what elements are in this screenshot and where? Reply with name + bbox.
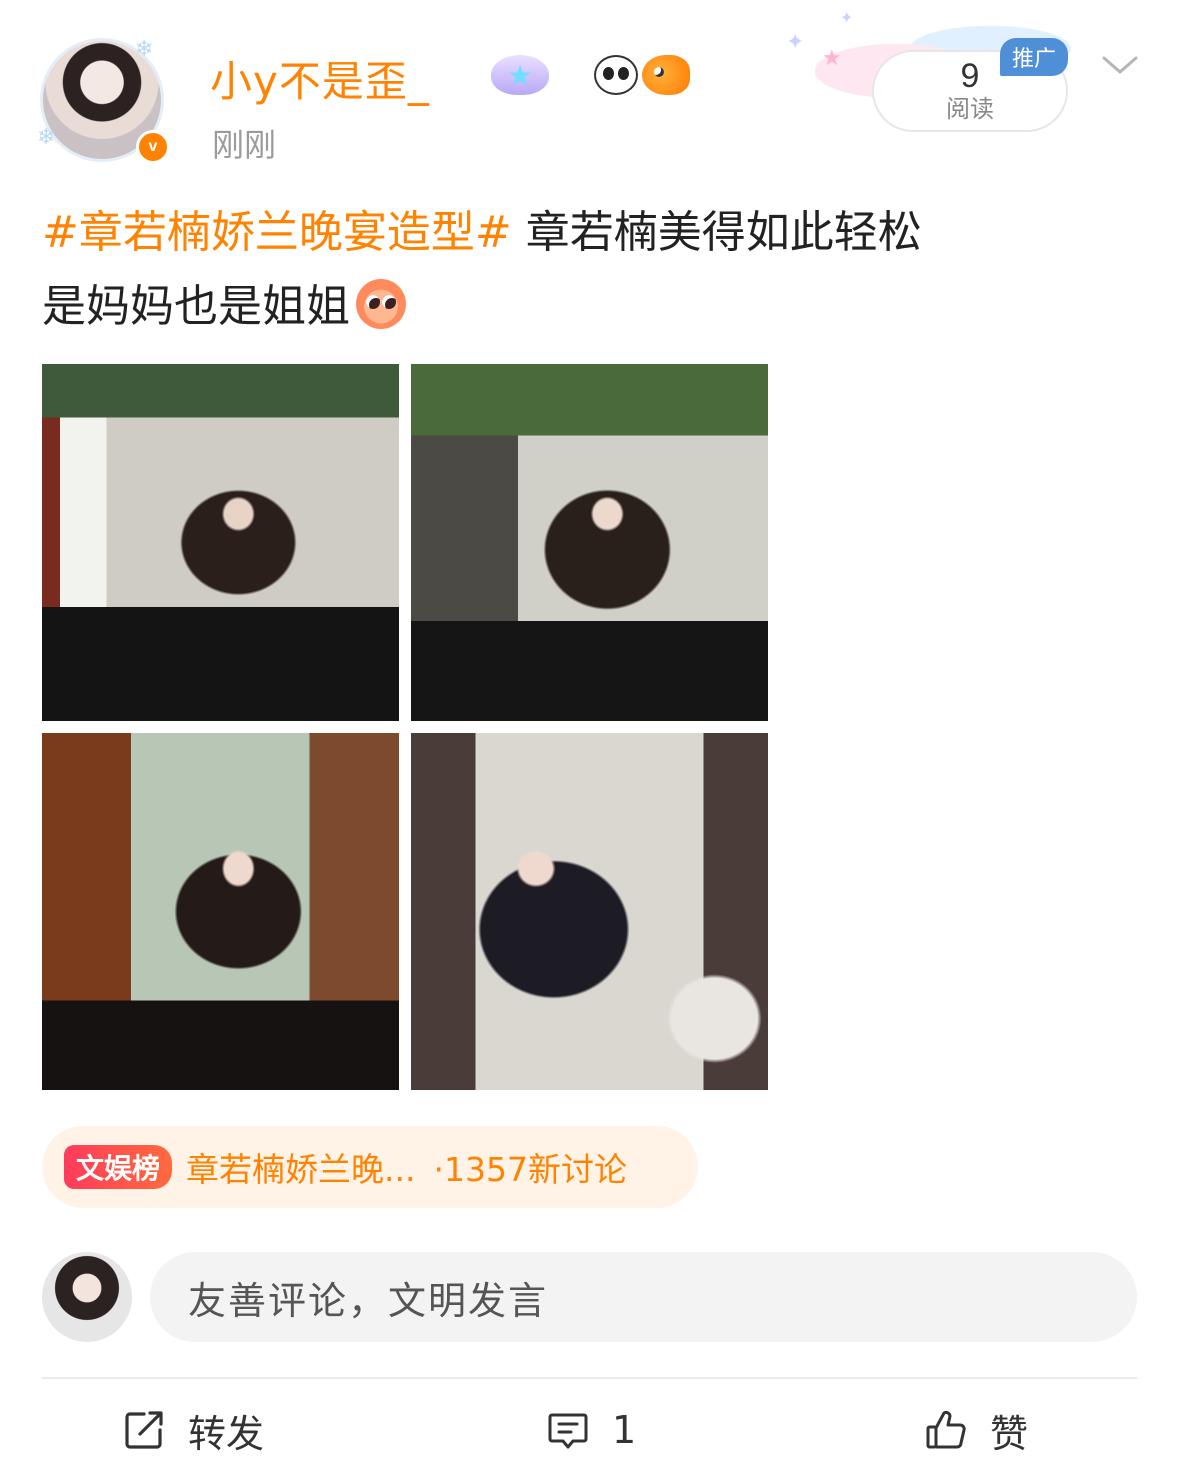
comment-icon [548,1413,588,1449]
author-avatar-container[interactable]: ❄ ❄ v [37,37,170,168]
hot-topic-pill[interactable]: 文娱榜 章若楠娇兰晚... ·1357新讨论 [42,1126,698,1208]
comment-button[interactable]: 1 [546,1400,636,1460]
post-text: #章若楠娇兰晚宴造型# 章若楠美得如此轻松 是妈妈也是姐姐 [42,196,1042,344]
divider [42,1377,1137,1379]
sparkle-icon: ✦ [786,30,805,55]
verified-v-icon: v [136,130,170,164]
sparkle-icon: ★ [822,46,842,71]
promo-tag: 推广 [1000,38,1068,76]
like-button[interactable]: 赞 [924,1400,1028,1460]
repost-icon [125,1411,163,1449]
snowflake-icon: ❄ [37,125,56,150]
comment-input[interactable]: 友善评论，文明发言 [150,1252,1137,1342]
post-photo-1[interactable] [42,364,399,721]
weibo-post: ❄ ❄ v 小y不是歪_ ★ 刚刚 ✦ ✦ ★ 9 阅读 推广 #章若楠娇兰晚宴… [0,0,1179,1467]
pleading-face-emoji-icon [356,279,406,329]
thumbs-up-icon [926,1410,966,1449]
repost-button[interactable]: 转发 [122,1400,264,1460]
comment-count: 1 [612,1408,637,1452]
repost-label: 转发 [188,1411,265,1456]
post-timestamp: 刚刚 [212,126,277,164]
post-text-line1: 章若楠美得如此轻松 [511,207,922,258]
star-wings-badge-icon[interactable]: ★ [490,52,550,98]
hashtag-link[interactable]: #章若楠娇兰晚宴造型# [42,207,512,258]
snowflake-icon: ❄ [135,37,154,62]
chevron-down-icon[interactable] [1100,50,1140,80]
topic-rank-badge: 文娱榜 [64,1145,173,1189]
post-photo-3[interactable] [42,733,399,1090]
topic-discussion-count: ·1357新讨论 [433,1150,627,1189]
post-photo-2[interactable] [411,364,768,721]
comment-placeholder: 友善评论，文明发言 [188,1278,549,1323]
goldfish-badge-icon[interactable] [636,52,696,98]
author-name[interactable]: 小y不是歪_ [210,48,430,109]
topic-title: 章若楠娇兰晚... [186,1150,416,1189]
post-text-line2: 是妈妈也是姐姐 [42,281,350,332]
post-photo-4[interactable] [411,733,768,1090]
current-user-avatar[interactable] [42,1252,132,1342]
read-label: 阅读 [946,95,994,123]
like-label: 赞 [990,1411,1029,1456]
read-count: 9 [960,57,980,95]
sparkle-icon: ✦ [840,8,854,27]
